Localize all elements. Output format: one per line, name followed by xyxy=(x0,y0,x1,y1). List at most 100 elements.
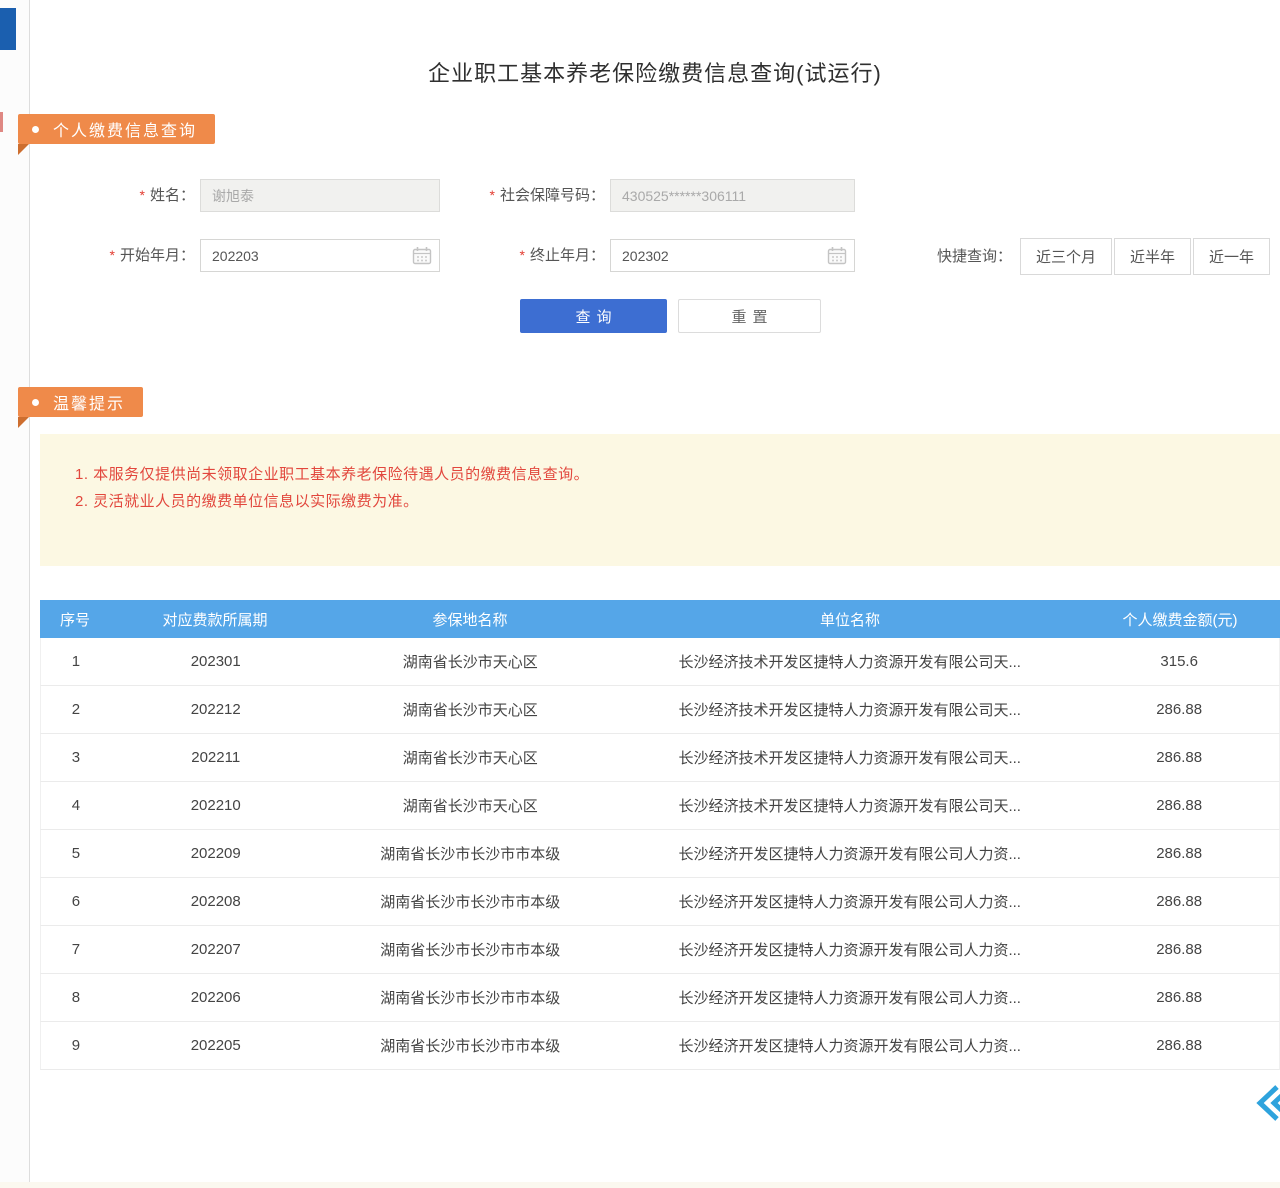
name-label: *姓名： xyxy=(70,179,195,212)
section-badge-label: 个人缴费信息查询 xyxy=(53,117,197,141)
table-cell: 4 xyxy=(41,797,111,814)
table-cell: 长沙经济开发区捷特人力资源开发有限公司人力资... xyxy=(620,891,1079,912)
table-row: 4202210湖南省长沙市天心区长沙经济技术开发区捷特人力资源开发有限公司天..… xyxy=(40,782,1280,830)
table-cell: 湖南省长沙市长沙市市本级 xyxy=(321,843,621,864)
table-cell: 长沙经济开发区捷特人力资源开发有限公司人力资... xyxy=(620,843,1079,864)
sidebar-clipped-mark xyxy=(0,112,3,132)
table-row: 9202205湖南省长沙市长沙市市本级长沙经济开发区捷特人力资源开发有限公司人力… xyxy=(40,1022,1280,1070)
column-header: 对应费款所属期 xyxy=(110,609,320,630)
quick-query-label: 快捷查询： xyxy=(925,238,1012,275)
table-cell: 286.88 xyxy=(1079,989,1279,1006)
table-cell: 202211 xyxy=(111,749,321,766)
footer-strip xyxy=(0,1182,1280,1188)
section-badge-tips: 温馨提示 xyxy=(18,387,143,417)
corner-blue-block xyxy=(0,8,16,50)
table-cell: 286.88 xyxy=(1079,701,1279,718)
table-cell: 1 xyxy=(41,653,111,670)
tip-line: 2. 灵活就业人员的缴费单位信息以实际缴费为准。 xyxy=(75,488,1260,515)
table-cell: 湖南省长沙市天心区 xyxy=(321,699,621,720)
reset-button[interactable]: 重置 xyxy=(678,299,821,333)
table-cell: 5 xyxy=(41,845,111,862)
table-cell: 2 xyxy=(41,701,111,718)
tip-line: 1. 本服务仅提供尚未领取企业职工基本养老保险待遇人员的缴费信息查询。 xyxy=(75,461,1260,488)
results-table: 序号对应费款所属期参保地名称单位名称个人缴费金额(元) 1202301湖南省长沙… xyxy=(40,600,1280,1070)
column-header: 个人缴费金额(元) xyxy=(1080,609,1280,630)
table-cell: 长沙经济技术开发区捷特人力资源开发有限公司天... xyxy=(620,651,1079,672)
table-cell: 湖南省长沙市长沙市市本级 xyxy=(321,987,621,1008)
start-month-input[interactable] xyxy=(200,239,440,272)
quick-query-button-3[interactable]: 近一年 xyxy=(1193,238,1270,275)
table-cell: 202210 xyxy=(111,797,321,814)
table-cell: 286.88 xyxy=(1079,941,1279,958)
required-asterisk: * xyxy=(110,247,115,263)
end-month-field-wrap xyxy=(610,239,855,272)
table-cell: 315.6 xyxy=(1079,653,1279,670)
table-cell: 湖南省长沙市长沙市市本级 xyxy=(321,891,621,912)
table-row: 7202207湖南省长沙市长沙市市本级长沙经济开发区捷特人力资源开发有限公司人力… xyxy=(40,926,1280,974)
page-root: 企业职工基本养老保险缴费信息查询(试运行) 个人缴费信息查询 *姓名： *社会保… xyxy=(0,0,1280,1188)
table-cell: 286.88 xyxy=(1079,797,1279,814)
table-cell: 3 xyxy=(41,749,111,766)
start-month-field-wrap xyxy=(200,239,440,272)
section-badge-label: 温馨提示 xyxy=(53,390,125,414)
table-cell: 286.88 xyxy=(1079,1037,1279,1054)
table-cell: 6 xyxy=(41,893,111,910)
bullet-icon xyxy=(32,399,39,406)
table-cell: 长沙经济技术开发区捷特人力资源开发有限公司天... xyxy=(620,699,1079,720)
ssn-input xyxy=(610,179,855,212)
table-row: 2202212湖南省长沙市天心区长沙经济技术开发区捷特人力资源开发有限公司天..… xyxy=(40,686,1280,734)
end-month-input[interactable] xyxy=(610,239,855,272)
collapse-left-chevron-icon[interactable] xyxy=(1252,1084,1280,1122)
ssn-label: *社会保障号码： xyxy=(430,179,605,212)
table-cell: 湖南省长沙市长沙市市本级 xyxy=(321,939,621,960)
table-cell: 湖南省长沙市天心区 xyxy=(321,651,621,672)
table-cell: 湖南省长沙市长沙市市本级 xyxy=(321,1035,621,1056)
required-asterisk: * xyxy=(490,187,495,203)
column-header: 参保地名称 xyxy=(320,609,620,630)
table-cell: 202301 xyxy=(111,653,321,670)
bullet-icon xyxy=(32,126,39,133)
table-cell: 湖南省长沙市天心区 xyxy=(321,795,621,816)
required-asterisk: * xyxy=(520,247,525,263)
quick-query-button-2[interactable]: 近半年 xyxy=(1114,238,1191,275)
column-header: 单位名称 xyxy=(620,609,1080,630)
table-cell: 286.88 xyxy=(1079,749,1279,766)
tips-box: 1. 本服务仅提供尚未领取企业职工基本养老保险待遇人员的缴费信息查询。2. 灵活… xyxy=(40,434,1280,566)
table-cell: 286.88 xyxy=(1079,893,1279,910)
table-cell: 202205 xyxy=(111,1037,321,1054)
table-cell: 长沙经济技术开发区捷特人力资源开发有限公司天... xyxy=(620,747,1079,768)
table-row: 8202206湖南省长沙市长沙市市本级长沙经济开发区捷特人力资源开发有限公司人力… xyxy=(40,974,1280,1022)
table-cell: 长沙经济开发区捷特人力资源开发有限公司人力资... xyxy=(620,1035,1079,1056)
calendar-icon[interactable] xyxy=(827,246,847,265)
name-field-wrap xyxy=(200,179,440,212)
section-badge-personal-query: 个人缴费信息查询 xyxy=(18,114,215,144)
table-cell: 9 xyxy=(41,1037,111,1054)
page-title: 企业职工基本养老保险缴费信息查询(试运行) xyxy=(30,56,1280,88)
calendar-icon[interactable] xyxy=(412,246,432,265)
table-row: 5202209湖南省长沙市长沙市市本级长沙经济开发区捷特人力资源开发有限公司人力… xyxy=(40,830,1280,878)
table-row: 6202208湖南省长沙市长沙市市本级长沙经济开发区捷特人力资源开发有限公司人力… xyxy=(40,878,1280,926)
table-cell: 7 xyxy=(41,941,111,958)
start-month-label: *开始年月： xyxy=(70,239,195,272)
table-cell: 202208 xyxy=(111,893,321,910)
table-cell: 长沙经济技术开发区捷特人力资源开发有限公司天... xyxy=(620,795,1079,816)
table-cell: 202207 xyxy=(111,941,321,958)
table-header-row: 序号对应费款所属期参保地名称单位名称个人缴费金额(元) xyxy=(40,600,1280,638)
table-body: 1202301湖南省长沙市天心区长沙经济技术开发区捷特人力资源开发有限公司天..… xyxy=(40,638,1280,1070)
table-cell: 湖南省长沙市天心区 xyxy=(321,747,621,768)
table-cell: 202212 xyxy=(111,701,321,718)
table-row: 3202211湖南省长沙市天心区长沙经济技术开发区捷特人力资源开发有限公司天..… xyxy=(40,734,1280,782)
table-cell: 202206 xyxy=(111,989,321,1006)
ssn-field-wrap xyxy=(610,179,855,212)
left-sidebar-edge xyxy=(0,0,30,1188)
badge-ribbon-fold xyxy=(18,144,29,155)
table-cell: 286.88 xyxy=(1079,845,1279,862)
query-button[interactable]: 查询 xyxy=(520,299,667,333)
table-cell: 长沙经济开发区捷特人力资源开发有限公司人力资... xyxy=(620,939,1079,960)
column-header: 序号 xyxy=(40,609,110,630)
quick-query-group: 近三个月近半年近一年 xyxy=(1020,238,1270,275)
name-input xyxy=(200,179,440,212)
table-cell: 8 xyxy=(41,989,111,1006)
quick-query-button-1[interactable]: 近三个月 xyxy=(1020,238,1112,275)
table-cell: 202209 xyxy=(111,845,321,862)
